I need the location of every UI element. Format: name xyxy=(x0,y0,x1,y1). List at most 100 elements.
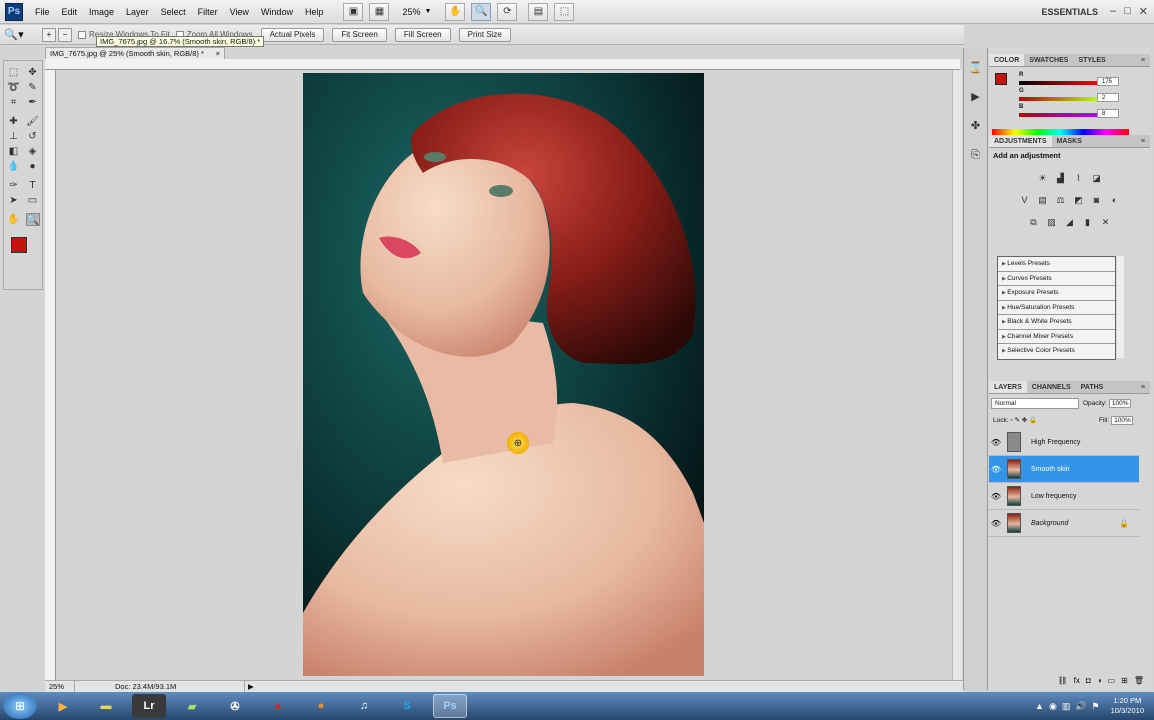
menu-help[interactable]: Help xyxy=(299,0,330,24)
selective-color-icon[interactable]: ✕ xyxy=(1099,215,1113,229)
blue-value[interactable]: 8 xyxy=(1097,109,1119,118)
preset-exposure[interactable]: Exposure Presets xyxy=(998,286,1115,301)
layer-row[interactable]: 👁 High Frequency xyxy=(989,429,1139,456)
eye-icon[interactable]: 👁 xyxy=(989,492,1003,501)
menu-window[interactable]: Window xyxy=(255,0,299,24)
clone-stamp-tool-icon[interactable]: ⊥ xyxy=(7,130,21,143)
screen-mode-icon[interactable]: ⬚ xyxy=(554,2,575,21)
eyedropper-tool-icon[interactable]: ✒ xyxy=(26,96,40,109)
start-button-icon[interactable]: ⊞ xyxy=(3,693,37,719)
layer-style-icon[interactable]: fx xyxy=(1074,676,1080,688)
lightroom-icon[interactable]: Lr xyxy=(132,694,166,718)
menu-view[interactable]: View xyxy=(224,0,255,24)
invert-icon[interactable]: ⧉ xyxy=(1027,215,1041,229)
panel-menu-icon[interactable]: ≡ xyxy=(1136,54,1150,66)
zoom-out-icon[interactable]: − xyxy=(58,27,72,42)
workspace-switcher[interactable]: ESSENTIALS xyxy=(1041,0,1098,24)
skype-icon[interactable]: S xyxy=(390,694,424,718)
presets-scrollbar[interactable] xyxy=(1117,256,1124,358)
preset-channel-mixer[interactable]: Channel Mixer Presets xyxy=(998,330,1115,344)
menu-layer[interactable]: Layer xyxy=(120,0,155,24)
red-slider[interactable] xyxy=(1019,81,1097,85)
vibrance-icon[interactable]: V xyxy=(1018,193,1032,207)
document-image[interactable] xyxy=(303,73,704,676)
bridge-icon[interactable]: ▣ xyxy=(343,2,364,21)
minimize-icon[interactable]: – xyxy=(1110,5,1116,18)
tab-swatches[interactable]: SWATCHES xyxy=(1024,54,1073,66)
tray-flag-icon[interactable]: ⚑ xyxy=(1092,701,1100,712)
blur-tool-icon[interactable]: 💧 xyxy=(7,160,21,173)
zoom-tool-icon[interactable]: 🔍 xyxy=(25,213,40,226)
actual-pixels-button[interactable]: Actual Pixels xyxy=(260,27,325,42)
gradient-map-icon[interactable]: ▮ xyxy=(1081,215,1095,229)
tab-masks[interactable]: MASKS xyxy=(1052,135,1087,147)
document-tab[interactable]: IMG_7675.jpg @ 25% (Smooth skin, RGB/8) … xyxy=(45,47,225,59)
tab-channels[interactable]: CHANNELS xyxy=(1027,381,1076,393)
tray-volume-icon[interactable]: 🔊 xyxy=(1075,701,1086,712)
movie-maker-icon[interactable]: ✇ xyxy=(218,694,252,718)
lasso-tool-icon[interactable]: ➰ xyxy=(7,81,21,94)
marquee-tool-icon[interactable]: ⬚ xyxy=(7,66,21,79)
color-foreground-swatch[interactable] xyxy=(995,73,1007,85)
dodge-tool-icon[interactable]: ● xyxy=(26,160,40,173)
paint-bucket-tool-icon[interactable]: ◈ xyxy=(26,145,40,158)
link-layers-icon[interactable]: ⛓ xyxy=(1058,676,1068,688)
menu-select[interactable]: Select xyxy=(155,0,192,24)
preset-hue-saturation[interactable]: Hue/Saturation Presets xyxy=(998,301,1115,315)
arrange-documents-icon[interactable]: ▤ xyxy=(528,2,549,21)
tray-clock[interactable]: 1:20 PM 10/3/2010 xyxy=(1111,696,1144,716)
zoom-in-icon[interactable]: + xyxy=(42,27,56,42)
tab-layers[interactable]: LAYERS xyxy=(989,381,1027,393)
opacity-input[interactable]: 100% xyxy=(1108,399,1131,408)
fill-input[interactable]: 100% xyxy=(1111,416,1134,425)
crop-tool-icon[interactable]: ⌗ xyxy=(7,96,21,109)
tab-styles[interactable]: STYLES xyxy=(1073,54,1110,66)
brush-tool-icon[interactable]: 🖌 xyxy=(26,115,40,128)
brushes-panel-icon[interactable]: ✤ xyxy=(967,118,984,135)
panel-menu-icon[interactable]: ≡ xyxy=(1136,381,1150,393)
menu-file[interactable]: File xyxy=(29,0,56,24)
itunes-icon[interactable]: ♫ xyxy=(347,694,381,718)
path-select-tool-icon[interactable]: ➤ xyxy=(7,194,21,207)
blue-slider[interactable] xyxy=(1019,113,1097,117)
hue-saturation-icon[interactable]: ▤ xyxy=(1036,193,1050,207)
zoom-tool-preset-icon[interactable]: 🔍▾ xyxy=(0,28,28,41)
acrobat-icon[interactable]: ▲ xyxy=(261,694,295,718)
zoom-tool-icon[interactable]: 🔍 xyxy=(471,2,492,21)
history-brush-tool-icon[interactable]: ↺ xyxy=(26,130,40,143)
photoshop-logo-icon[interactable]: Ps xyxy=(5,2,23,21)
chevron-down-icon[interactable]: ▼ xyxy=(424,8,431,15)
tab-color[interactable]: COLOR xyxy=(989,54,1025,66)
status-zoom[interactable]: 25% xyxy=(45,681,75,692)
photoshop-taskbar-icon[interactable]: Ps xyxy=(433,694,467,718)
file-explorer-icon[interactable]: ▬ xyxy=(89,694,123,718)
add-mask-icon[interactable]: ◘ xyxy=(1086,676,1091,688)
pen-tool-icon[interactable]: ✑ xyxy=(7,179,21,192)
green-slider[interactable] xyxy=(1019,97,1097,101)
adjustment-layer-icon[interactable]: ◑ xyxy=(1097,676,1102,688)
tab-paths[interactable]: PATHS xyxy=(1076,381,1109,393)
type-tool-icon[interactable]: T xyxy=(26,179,40,192)
preset-levels[interactable]: Levels Presets xyxy=(998,257,1115,272)
exposure-icon[interactable]: ◪ xyxy=(1090,171,1104,185)
healing-brush-tool-icon[interactable]: ✚ xyxy=(7,115,21,128)
menu-filter[interactable]: Filter xyxy=(192,0,224,24)
status-menu-arrow-icon[interactable]: ▶ xyxy=(245,681,254,692)
eye-icon[interactable]: 👁 xyxy=(989,438,1003,447)
color-balance-icon[interactable]: ⚖ xyxy=(1054,193,1068,207)
maximize-icon[interactable]: □ xyxy=(1124,5,1131,18)
red-value[interactable]: 175 xyxy=(1097,77,1119,86)
tray-expand-icon[interactable]: ▲ xyxy=(1035,701,1044,711)
history-panel-icon[interactable]: ⌛ xyxy=(967,60,984,77)
new-group-icon[interactable]: ▭ xyxy=(1108,676,1116,688)
threshold-icon[interactable]: ◢ xyxy=(1063,215,1077,229)
preset-curves[interactable]: Curves Presets xyxy=(998,272,1115,286)
notes-icon[interactable]: ▰ xyxy=(175,694,209,718)
actions-panel-icon[interactable]: ▶ xyxy=(967,89,984,106)
curves-icon[interactable]: ⌇ xyxy=(1072,171,1086,185)
fill-screen-button[interactable]: Fill Screen xyxy=(394,27,451,42)
preset-black-white[interactable]: Black & White Presets xyxy=(998,315,1115,330)
levels-icon[interactable]: ▟ xyxy=(1054,171,1068,185)
fit-screen-button[interactable]: Fit Screen xyxy=(332,27,387,42)
clone-source-panel-icon[interactable]: ⎘ xyxy=(967,147,984,164)
